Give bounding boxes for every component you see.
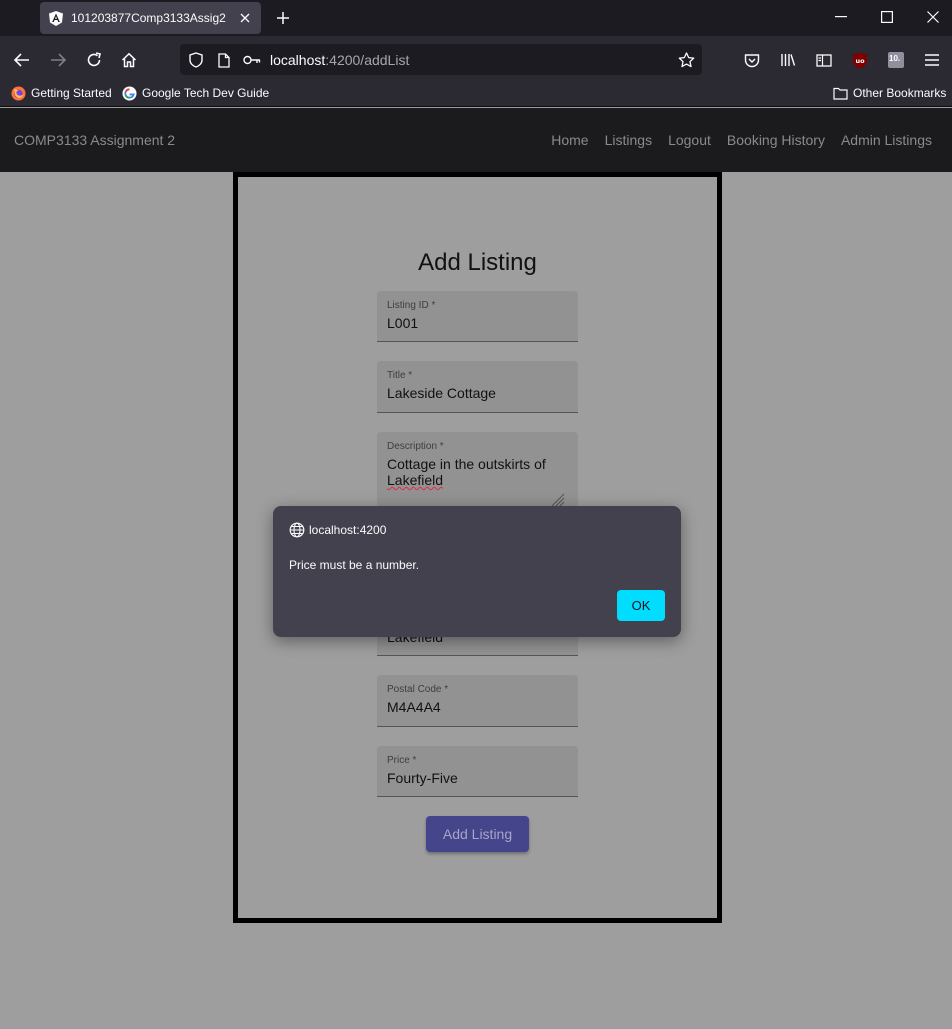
description-line-1: Cottage in the outskirts of bbox=[387, 456, 546, 472]
forward-icon[interactable] bbox=[46, 48, 70, 72]
other-bookmarks[interactable]: Other Bookmarks bbox=[832, 85, 946, 101]
price-field[interactable]: Price * Fourty-Five bbox=[377, 746, 578, 797]
menu-icon[interactable] bbox=[920, 48, 944, 72]
dialog-origin-label: localhost:4200 bbox=[309, 523, 387, 537]
svg-text:uo: uo bbox=[855, 57, 865, 65]
field-value: Fourty-Five bbox=[387, 770, 458, 786]
maximize-icon[interactable] bbox=[873, 4, 901, 30]
other-bookmarks-label: Other Bookmarks bbox=[853, 86, 947, 100]
listing-id-field[interactable]: Listing ID * L001 bbox=[377, 291, 578, 342]
home-icon[interactable] bbox=[117, 48, 141, 72]
tab-bar: 101203877Comp3133Assig2 bbox=[0, 0, 952, 36]
app-brand[interactable]: COMP3133 Assignment 2 bbox=[14, 132, 175, 148]
folder-icon bbox=[832, 85, 848, 101]
dialog-message: Price must be a number. bbox=[289, 558, 420, 572]
field-label: Title * bbox=[387, 370, 413, 381]
app-header: COMP3133 Assignment 2 Home Listings Logo… bbox=[0, 108, 952, 172]
ok-button[interactable]: OK bbox=[617, 590, 665, 621]
reload-icon[interactable] bbox=[82, 48, 106, 72]
sidebar-icon[interactable] bbox=[812, 48, 836, 72]
google-icon bbox=[121, 85, 137, 101]
shield-icon[interactable] bbox=[184, 48, 208, 72]
minimize-icon[interactable] bbox=[827, 4, 855, 30]
back-icon[interactable] bbox=[10, 48, 34, 72]
alert-dialog: localhost:4200 Price must be a number. O… bbox=[273, 506, 681, 637]
url-host: localhost bbox=[270, 52, 326, 68]
title-field[interactable]: Title * Lakeside Cottage bbox=[377, 361, 578, 413]
bookmark-label: Google Tech Dev Guide bbox=[142, 86, 270, 100]
postal-code-field[interactable]: Postal Code * M4A4A4 bbox=[377, 675, 578, 727]
nav-admin-listings[interactable]: Admin Listings bbox=[841, 132, 932, 148]
dialog-origin: localhost:4200 bbox=[289, 522, 386, 538]
field-value: Lakeside Cottage bbox=[387, 385, 496, 401]
new-tab-icon[interactable] bbox=[271, 6, 295, 30]
ublock-icon[interactable]: uo bbox=[848, 48, 872, 72]
close-tab-icon[interactable] bbox=[233, 6, 257, 30]
extension-badge: 10. bbox=[889, 54, 901, 63]
bookmark-google-tech-dev-guide[interactable]: Google Tech Dev Guide bbox=[121, 85, 269, 101]
bookmark-star-icon[interactable] bbox=[674, 48, 698, 72]
description-field[interactable]: Description * Cottage in the outskirts o… bbox=[377, 432, 578, 512]
page-title: Add Listing bbox=[418, 249, 537, 276]
field-value: L001 bbox=[387, 315, 419, 331]
description-line-2: Lakefield bbox=[387, 472, 444, 488]
nav-logout[interactable]: Logout bbox=[668, 132, 711, 148]
page-icon[interactable] bbox=[212, 48, 236, 72]
nav-home[interactable]: Home bbox=[551, 132, 588, 148]
field-label: Postal Code * bbox=[387, 684, 449, 695]
add-listing-button[interactable]: Add Listing bbox=[426, 816, 529, 852]
close-window-icon[interactable] bbox=[919, 4, 947, 30]
url-text[interactable]: localhost:4200/addList bbox=[270, 52, 409, 68]
globe-icon bbox=[289, 522, 305, 538]
bookmarks-bar: Getting Started Google Tech Dev Guide Ot… bbox=[0, 82, 952, 107]
field-value: M4A4A4 bbox=[387, 699, 441, 715]
nav-listings[interactable]: Listings bbox=[605, 132, 652, 148]
bookmark-label: Getting Started bbox=[31, 86, 112, 100]
field-label: Listing ID * bbox=[387, 300, 436, 311]
url-path: :4200/addList bbox=[325, 52, 410, 68]
bookmark-getting-started[interactable]: Getting Started bbox=[10, 85, 112, 101]
key-icon[interactable] bbox=[240, 48, 264, 72]
field-label: Description * bbox=[387, 441, 444, 452]
pocket-icon[interactable] bbox=[740, 48, 764, 72]
nav-booking-history[interactable]: Booking History bbox=[727, 132, 825, 148]
app-nav: Home Listings Logout Booking History Adm… bbox=[551, 132, 932, 148]
angular-icon bbox=[48, 10, 64, 26]
firefox-icon bbox=[10, 85, 26, 101]
browser-tab[interactable]: 101203877Comp3133Assig2 bbox=[40, 2, 261, 34]
field-value: Cottage in the outskirts of Lakefield bbox=[387, 456, 567, 488]
library-icon[interactable] bbox=[776, 48, 800, 72]
field-label: Price * bbox=[387, 755, 417, 766]
tab-title: 101203877Comp3133Assig2 bbox=[71, 11, 226, 25]
